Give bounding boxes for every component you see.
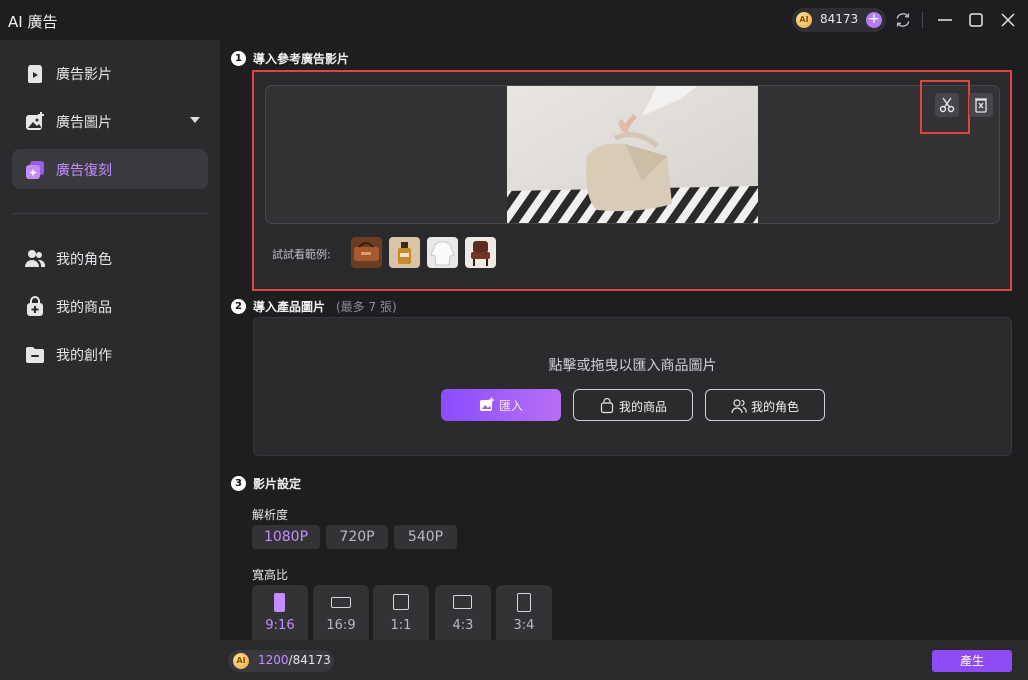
- shopping-bag-icon: [24, 296, 46, 318]
- replicate-icon: [24, 159, 46, 181]
- step1-title: 導入參考廣告影片: [253, 52, 350, 66]
- cost-used: 1200: [258, 653, 289, 667]
- product-upload-dropzone[interactable]: 點擊或拖曳以匯入商品圖片 匯入 我的商品 我的角色: [253, 317, 1012, 456]
- scissors-icon[interactable]: [935, 93, 959, 117]
- people-icon: [731, 398, 747, 414]
- ratio-option-4-3[interactable]: 4:3: [435, 585, 491, 640]
- step-number: 1: [231, 51, 246, 66]
- credits-pill: AI 84173 +: [792, 8, 886, 32]
- ratio-option-3-4[interactable]: 3:4: [496, 585, 552, 640]
- folder-icon: [24, 344, 46, 366]
- sidebar-item-ad-replicate[interactable]: 廣告復刻: [12, 149, 208, 189]
- examples-label: 試試看範例:: [272, 248, 331, 261]
- refresh-icon[interactable]: [893, 10, 913, 30]
- portrait-shape-icon: [517, 593, 531, 612]
- sidebar-item-label: 廣告復刻: [56, 163, 112, 179]
- cost-pill: AI 1200/84173: [228, 650, 334, 672]
- portrait-shape-icon: [274, 593, 285, 612]
- step-number: 2: [231, 299, 246, 314]
- sidebar-item-my-products[interactable]: 我的商品: [12, 286, 208, 326]
- import-button-label: 匯入: [499, 399, 524, 413]
- sidebar: 廣告影片 廣告圖片 廣告復刻 我的角色 我的商品 我的創作: [0, 40, 220, 680]
- sidebar-item-label: 我的角色: [56, 252, 112, 268]
- main-content: 1 導入參考廣告影片 試試看範例: 2 導入產品圖片 (最多 7 張) 點擊或拖…: [220, 40, 1028, 640]
- my-products-button[interactable]: 我的商品: [573, 389, 693, 421]
- title-bar: AI 廣告 AI 84173 +: [0, 0, 1028, 40]
- my-products-button-label: 我的商品: [619, 400, 668, 414]
- example-thumbnail[interactable]: [351, 237, 382, 268]
- landscape-shape-icon: [331, 597, 351, 608]
- sidebar-item-label: 我的商品: [56, 300, 112, 316]
- step-number: 3: [231, 476, 246, 491]
- resolution-option-720p[interactable]: 720P: [326, 525, 388, 549]
- delete-icon[interactable]: [969, 93, 993, 117]
- video-play-icon: [24, 63, 46, 85]
- close-icon[interactable]: [996, 8, 1020, 32]
- sidebar-item-label: 廣告影片: [56, 67, 112, 83]
- image-add-icon: [479, 397, 495, 413]
- resolution-label: 解析度: [252, 508, 289, 522]
- example-thumbnail[interactable]: [427, 237, 458, 268]
- app-title: AI 廣告: [8, 13, 58, 31]
- ratio-option-16-9[interactable]: 16:9: [313, 585, 369, 640]
- title-bar-divider: [922, 12, 923, 28]
- ratio-label: 1:1: [390, 618, 412, 633]
- sidebar-item-my-roles[interactable]: 我的角色: [12, 238, 208, 278]
- image-add-icon: [24, 111, 46, 133]
- my-roles-button-label: 我的角色: [751, 400, 800, 414]
- reference-video-preview[interactable]: [265, 85, 1000, 224]
- aspect-ratio-label: 寬高比: [252, 568, 289, 582]
- landscape-shape-icon: [453, 595, 472, 609]
- ratio-option-9-16[interactable]: 9:16: [252, 585, 308, 640]
- step2-hint: (最多 7 張): [336, 300, 397, 314]
- example-thumbnail[interactable]: [389, 237, 420, 268]
- sidebar-item-label: 廣告圖片: [56, 115, 112, 131]
- chevron-down-icon[interactable]: [190, 117, 200, 123]
- ratio-label: 3:4: [513, 618, 535, 633]
- sidebar-item-label: 我的創作: [56, 348, 112, 364]
- sidebar-divider: [12, 213, 208, 214]
- step3-title: 影片設定: [253, 477, 302, 491]
- generate-button[interactable]: 產生: [932, 650, 1012, 672]
- upload-hint: 點擊或拖曳以匯入商品圖片: [548, 358, 717, 374]
- sidebar-item-my-creations[interactable]: 我的創作: [12, 334, 208, 374]
- ai-coin-icon: AI: [796, 12, 812, 28]
- ratio-label: 16:9: [326, 618, 356, 633]
- ratio-option-1-1[interactable]: 1:1: [373, 585, 429, 640]
- sidebar-item-ad-image[interactable]: 廣告圖片: [12, 101, 208, 141]
- example-thumbnail[interactable]: [465, 237, 496, 268]
- resolution-option-1080p[interactable]: 1080P: [252, 525, 320, 549]
- people-icon: [24, 248, 46, 270]
- my-roles-button[interactable]: 我的角色: [705, 389, 825, 421]
- minimize-icon[interactable]: [933, 8, 957, 32]
- resolution-option-540p[interactable]: 540P: [394, 525, 457, 549]
- square-shape-icon: [393, 594, 409, 610]
- ratio-label: 4:3: [452, 618, 474, 633]
- bottom-bar: AI 1200/84173 產生: [220, 640, 1028, 680]
- cost-text: 1200/84173: [258, 653, 331, 667]
- credits-value: 84173: [820, 12, 859, 26]
- step2-title: 導入產品圖片: [253, 300, 326, 314]
- ai-coin-icon: AI: [233, 653, 249, 669]
- ratio-label: 9:16: [265, 618, 295, 633]
- cost-total: /84173: [288, 653, 331, 667]
- maximize-icon[interactable]: [964, 8, 988, 32]
- sidebar-item-ad-video[interactable]: 廣告影片: [12, 53, 208, 93]
- shopping-bag-icon: [599, 397, 615, 414]
- reference-video-thumbnail: [507, 86, 758, 223]
- import-button[interactable]: 匯入: [441, 389, 561, 421]
- add-credits-button[interactable]: +: [866, 12, 882, 28]
